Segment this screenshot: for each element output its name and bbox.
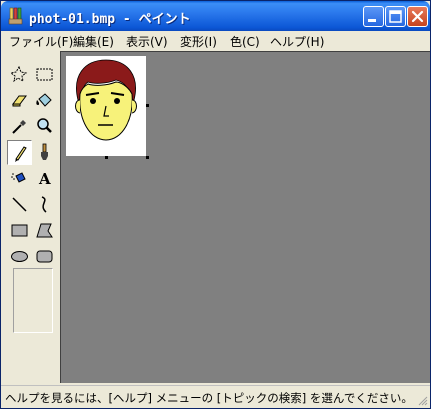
polygon-icon [36,223,53,238]
menu-colors[interactable]: 色(C) [230,33,260,50]
rectangle-icon [11,224,28,237]
face-drawing [75,59,137,141]
menu-image[interactable]: 変形(I) [180,33,217,50]
maximize-icon [389,10,402,23]
color-picker-tool[interactable] [7,114,32,139]
rectangle-select-icon [36,68,53,81]
text-tool[interactable]: A [32,166,57,191]
title-bar[interactable]: phot-01.bmp - ペイント [1,1,430,31]
line-tool[interactable] [7,192,32,217]
airbrush-icon [11,172,26,183]
menu-view[interactable]: 表示(V) [126,33,168,50]
status-bar: ヘルプを見るには、[ヘルプ] メニューの [トピックの検索] を選んでください。 [1,385,430,408]
brush-tool[interactable] [32,140,57,165]
free-form-select-tool[interactable] [7,62,32,87]
ellipse-tool[interactable] [7,244,32,269]
resize-handle-corner[interactable] [146,156,149,159]
fill-tool[interactable] [32,88,57,113]
toolbox: A [4,53,60,381]
eraser-tool[interactable] [7,88,32,113]
rounded-rectangle-tool[interactable] [32,244,57,269]
window-title: phot-01.bmp - ペイント [29,12,191,27]
maximize-button[interactable] [385,6,406,27]
eraser-icon [12,95,27,107]
resize-grip-icon[interactable] [416,394,428,406]
close-button[interactable] [407,6,428,27]
fill-bucket-icon [36,93,52,107]
resize-handle-bottom[interactable] [105,156,108,159]
menu-edit[interactable]: 編集(E) [73,33,114,50]
menu-help[interactable]: ヘルプ(H) [270,33,324,50]
color-picker-icon [12,120,26,134]
text-tool-glyph: A [38,170,51,188]
rectangle-select-tool[interactable] [32,62,57,87]
tool-options-box[interactable] [13,268,53,333]
paint-window: phot-01.bmp - ペイント ファイル(F) 編集(E) 表示(V) 変… [0,0,431,409]
ellipse-icon [11,251,28,262]
close-icon [411,10,424,23]
magnifier-tool[interactable] [32,114,57,139]
minimize-icon [368,19,376,22]
pencil-icon [15,146,27,162]
menu-bar: ファイル(F) 編集(E) 表示(V) 変形(I) 色(C) ヘルプ(H) [1,31,430,51]
line-icon [12,197,27,212]
resize-handle-right[interactable] [146,104,149,107]
drawing-canvas[interactable] [66,56,149,159]
pencil-tool[interactable] [7,140,32,165]
curve-tool[interactable] [32,192,57,217]
airbrush-tool[interactable] [7,166,32,191]
status-text: ヘルプを見るには、[ヘルプ] メニューの [トピックの検索] を選んでください。 [5,391,413,405]
minimize-button[interactable] [363,6,384,27]
magnifier-icon [37,118,52,133]
curve-icon [41,196,47,213]
brush-icon [41,143,48,160]
rounded-rectangle-icon [36,250,53,263]
paint-app-icon [8,7,23,25]
text-icon: A [38,170,51,188]
workspace [60,51,430,383]
rectangle-tool[interactable] [7,218,32,243]
menu-file[interactable]: ファイル(F) [9,33,73,50]
polygon-tool[interactable] [32,218,57,243]
free-form-select-icon [9,65,28,83]
